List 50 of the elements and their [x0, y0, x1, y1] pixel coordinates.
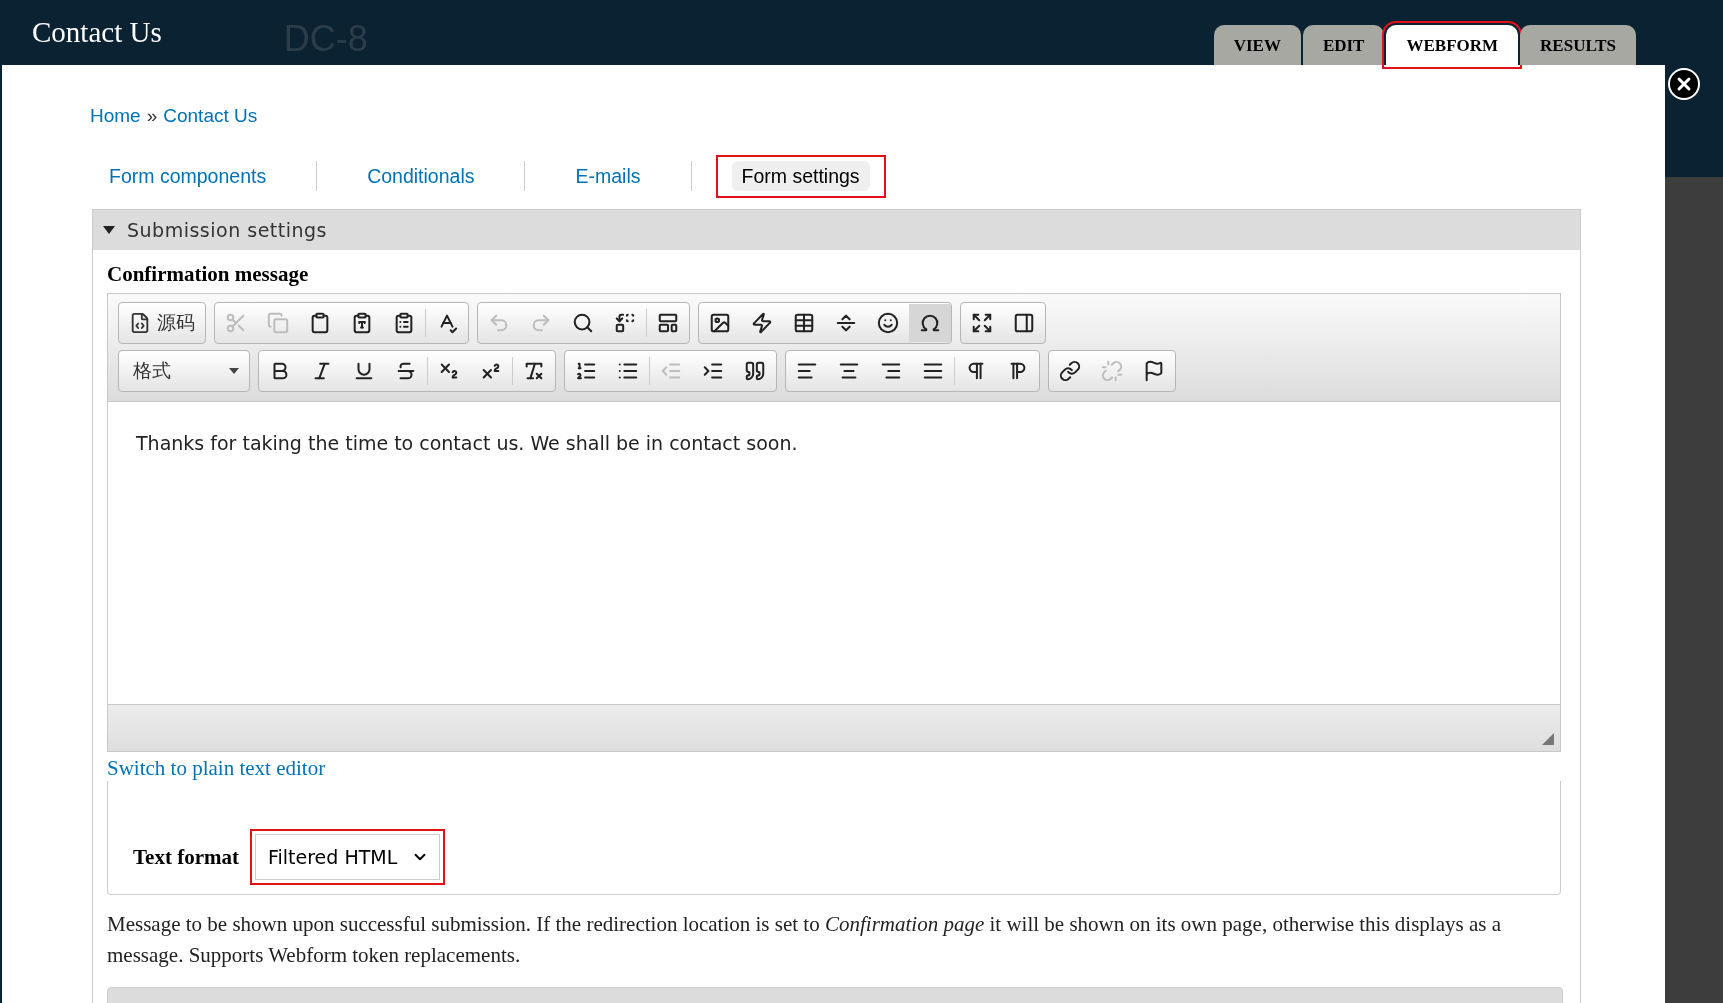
- copy-icon: [267, 312, 289, 334]
- page-tab[interactable]: EDIT: [1302, 25, 1385, 65]
- show-blocks-icon: [1013, 312, 1035, 334]
- switch-editor-link[interactable]: Switch to plain text editor: [107, 756, 1566, 781]
- omega-icon: [919, 312, 941, 334]
- secondary-tab[interactable]: Form settings: [731, 160, 870, 191]
- field-label: Confirmation message: [107, 262, 310, 287]
- toolbar-button[interactable]: [909, 304, 951, 342]
- message-text: Thanks for taking the time to contact us. We shall be in contact soon.: [136, 432, 799, 454]
- maximize-icon: [971, 312, 993, 334]
- replace-icon: [614, 312, 636, 334]
- format-dropdown[interactable]: 格式: [119, 352, 249, 390]
- clear-format-icon: [523, 360, 545, 382]
- resize-grip-icon[interactable]: [1542, 733, 1554, 745]
- search-icon: [572, 312, 594, 334]
- quote-icon: [744, 360, 766, 382]
- redo-icon: [530, 312, 552, 334]
- bolt-icon: [751, 312, 773, 334]
- horizontal-rule-icon: [835, 312, 857, 334]
- secondary-tab[interactable]: Form components: [99, 160, 277, 191]
- clipboard-text-icon: [351, 312, 373, 334]
- underline-icon: [353, 360, 375, 382]
- fieldset-legend[interactable]: Submission settings: [93, 210, 1580, 250]
- page-tab[interactable]: VIEW: [1213, 25, 1301, 65]
- clipboard-list-icon: [393, 312, 415, 334]
- breadcrumb-link[interactable]: Contact Us: [163, 105, 258, 127]
- table-icon: [793, 312, 815, 334]
- field-description: Message to be shown upon successful submission. If the redirection location is set to Confirmation page it will be shown on its own page, otherwise this displays as a message. Supports Webform token replacements.: [107, 911, 1502, 969]
- numbered-list-icon: [575, 360, 597, 382]
- undo-icon: [488, 312, 510, 334]
- image-icon: [709, 312, 731, 334]
- flag-icon: [1143, 360, 1165, 382]
- template-icon: [657, 312, 679, 334]
- smiley-icon: [877, 312, 899, 334]
- breadcrumb-separator: »: [146, 105, 158, 127]
- secondary-tab[interactable]: E-mails: [565, 160, 651, 191]
- secondary-tab[interactable]: Conditionals: [357, 160, 485, 191]
- page-tab[interactable]: RESULTS: [1520, 25, 1636, 65]
- link-icon: [1059, 360, 1081, 382]
- breadcrumb-link[interactable]: Home: [90, 105, 141, 127]
- clipboard-icon: [309, 312, 331, 334]
- caret-icon: [229, 368, 239, 374]
- strikethrough-icon: [395, 360, 417, 382]
- collapse-triangle-icon: [103, 226, 115, 234]
- scissors-icon: [225, 312, 247, 334]
- unlink-icon: [1101, 360, 1123, 382]
- text-format-label: Text format: [133, 845, 239, 870]
- page-title: Contact Us: [32, 16, 162, 49]
- source-button[interactable]: 源码: [119, 304, 205, 342]
- code-file-icon: [129, 312, 151, 334]
